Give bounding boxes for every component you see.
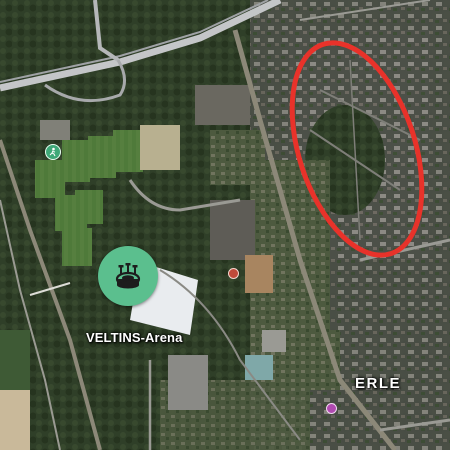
sports-marker[interactable] [45, 144, 61, 160]
district-label: ERLE [355, 375, 402, 392]
sports-icon [49, 147, 56, 157]
map-view[interactable]: VELTINS-Arena ERLE [0, 0, 450, 450]
poi-marker-1[interactable] [326, 403, 337, 414]
arena-label[interactable]: VELTINS-Arena [86, 330, 182, 345]
stadium-icon [115, 263, 141, 289]
poi-marker-2[interactable] [228, 268, 239, 279]
stadium-marker[interactable] [98, 246, 158, 306]
